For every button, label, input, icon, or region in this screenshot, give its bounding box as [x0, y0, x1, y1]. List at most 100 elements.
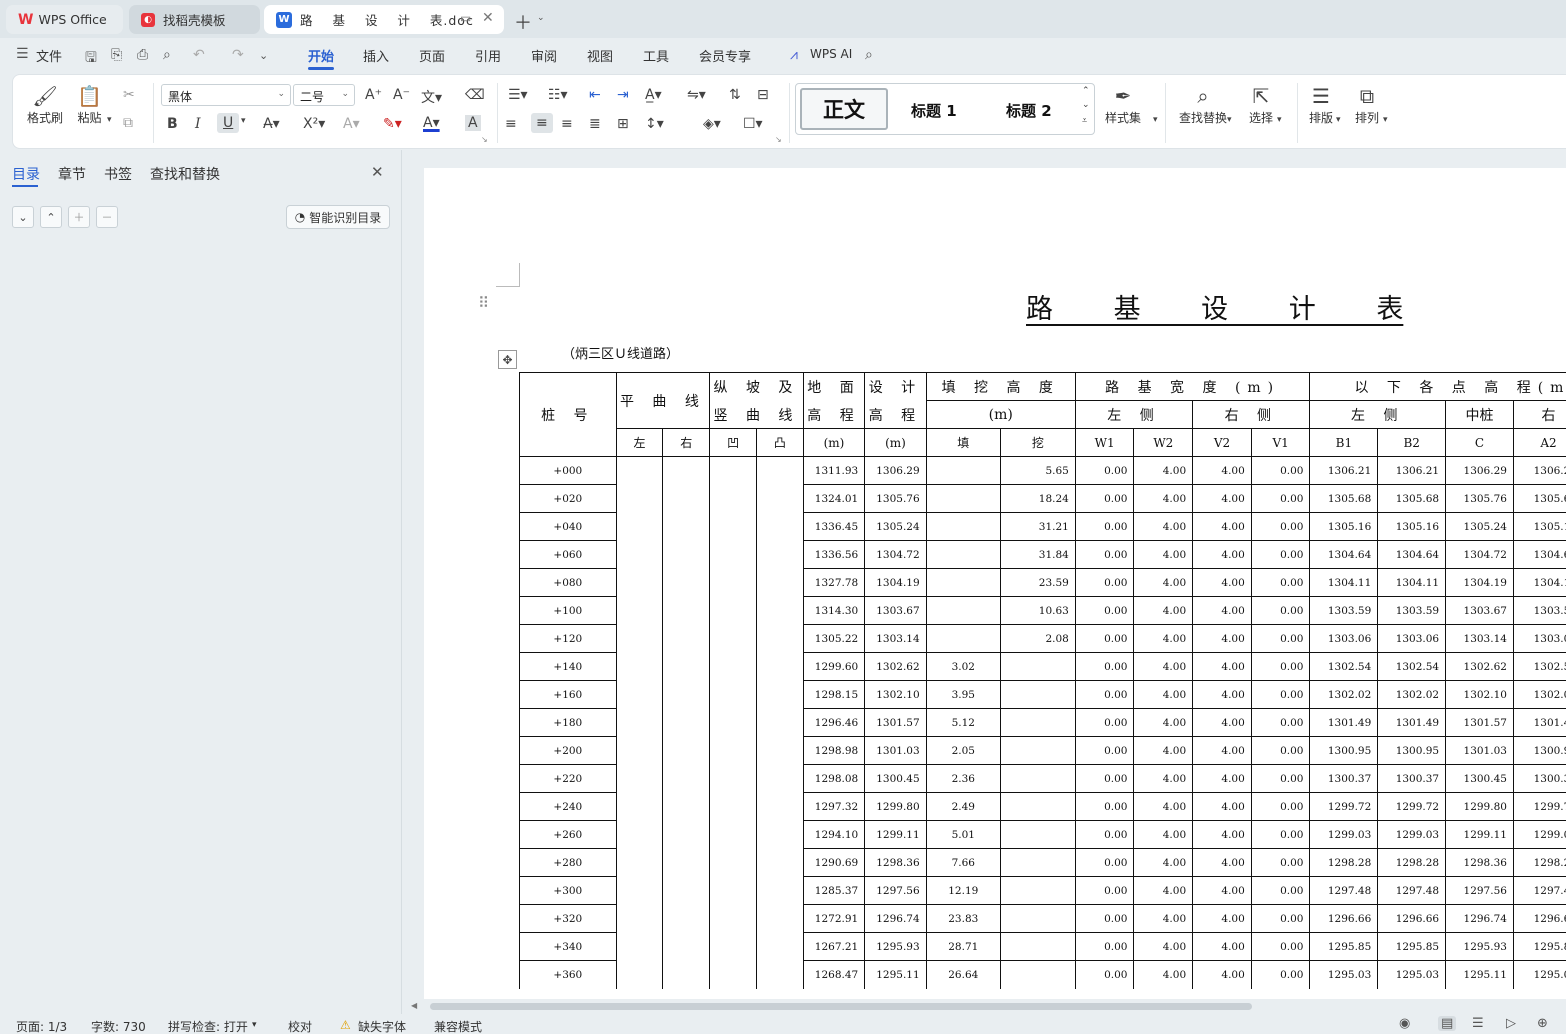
align-right-icon[interactable]: ≡ [561, 116, 573, 132]
distributed-icon[interactable]: ⊞ [617, 116, 629, 132]
menu-member[interactable]: 会员专享 [699, 46, 751, 65]
new-tab-icon[interactable]: ＋ [514, 9, 532, 35]
tab-list-dropdown-icon[interactable]: ⌄ [537, 13, 545, 23]
show-marks-icon[interactable]: ⊟ [757, 87, 769, 103]
collapse-all-button[interactable]: ⌄ [12, 206, 34, 228]
drag-handle-icon[interactable]: ⠿ [478, 294, 489, 312]
play-icon[interactable]: ▷ [1506, 1016, 1516, 1031]
increase-indent-icon[interactable]: ⇥ [617, 87, 629, 103]
save-icon[interactable]: 🖫 [85, 47, 97, 71]
tab-bookmarks[interactable]: 书签 [104, 164, 132, 184]
expand-up-button[interactable]: ⌃ [40, 206, 62, 228]
page-indicator[interactable]: 页面: 1/3 [16, 1018, 67, 1034]
layout-button[interactable]: ☰ 排版 [1309, 83, 1333, 126]
page-view-icon[interactable]: ▤ [1438, 1016, 1457, 1031]
borders-icon[interactable]: ☐▾ [743, 116, 763, 132]
style-heading2[interactable]: 标题 2 [1006, 100, 1052, 121]
print-icon[interactable]: ⎙ [137, 47, 148, 63]
menu-home[interactable]: 开始 [308, 46, 334, 65]
text-effect-icon[interactable]: A▾ [343, 116, 360, 132]
eye-protection-icon[interactable]: ◉ [1399, 1016, 1410, 1031]
arrange-dropdown-icon[interactable]: ▾ [1383, 115, 1388, 125]
copy-icon[interactable]: ⧉ [123, 115, 133, 131]
spell-dropdown-icon[interactable]: ▾ [252, 1020, 257, 1030]
font-color-icon[interactable]: A▾ [423, 115, 440, 131]
outline-view-icon[interactable]: ☰ [1472, 1016, 1484, 1031]
arrange-button[interactable]: ⧉ 排列 [1355, 83, 1379, 126]
menu-view[interactable]: 视图 [587, 46, 613, 65]
menu-wps-ai[interactable]: WPS AI [810, 47, 852, 61]
horizontal-scrollbar-thumb[interactable] [430, 1003, 1252, 1010]
undo-icon[interactable]: ↶ [193, 47, 205, 63]
select-dropdown-icon[interactable]: ▾ [1277, 115, 1282, 125]
sort-icon[interactable]: ⇅ [729, 87, 741, 103]
style-set-button[interactable]: ✒ 样式集 [1105, 83, 1141, 126]
layout-dropdown-icon[interactable]: ▾ [1336, 115, 1341, 125]
numbered-list-icon[interactable]: ☷▾ [548, 87, 568, 103]
style-more-icon[interactable]: ⩡ [1082, 116, 1087, 126]
add-heading-button[interactable]: ＋ [68, 206, 90, 228]
hamburger-menu-icon[interactable]: ☰ [16, 46, 29, 62]
decrease-indent-icon[interactable]: ⇤ [589, 87, 601, 103]
font-size-select[interactable]: 二号 ⌄ [293, 84, 355, 106]
web-view-icon[interactable]: ⊕ [1537, 1016, 1548, 1031]
menu-insert[interactable]: 插入 [363, 46, 389, 65]
spell-check[interactable]: 拼写检查: 打开 [168, 1018, 248, 1034]
clear-format-icon[interactable]: ⌫ [465, 87, 485, 103]
superscript-icon[interactable]: X²▾ [303, 116, 325, 132]
menu-tools[interactable]: 工具 [643, 46, 669, 65]
paste-button[interactable]: 📋 粘贴 [77, 83, 102, 126]
paste-dropdown-icon[interactable]: ▾ [107, 115, 112, 125]
tab-document[interactable]: W 路 基 设 计 表.doc ▭ ✕ [264, 5, 504, 34]
align-center-icon[interactable]: ≡ [531, 113, 553, 133]
window-restore-icon[interactable]: ▭ [460, 11, 471, 25]
find-dropdown-icon[interactable]: ▾ [1227, 115, 1232, 125]
strikethrough-icon[interactable]: A̶▾ [263, 116, 280, 132]
menu-references[interactable]: 引用 [475, 46, 501, 65]
search-icon[interactable]: ⌕ [865, 47, 873, 63]
highlight-icon[interactable]: ✎▾ [383, 116, 402, 132]
bold-icon[interactable]: B [167, 116, 178, 132]
export-icon[interactable]: ⎘ [111, 47, 122, 63]
document-page[interactable]: ⠿ 路 基 设 计 表 （炳三区Ｕ线道路） ✥ 桩 号 平 曲 线 纵 坡 及竖… [424, 168, 1566, 1000]
phonetic-guide-icon[interactable]: 文▾ [421, 87, 442, 107]
print-preview-icon[interactable]: ⌕ [163, 47, 171, 63]
tab-chapters[interactable]: 章节 [58, 164, 86, 184]
style-heading1[interactable]: 标题 1 [911, 100, 957, 121]
font-dialog-launcher-icon[interactable]: ↘ [481, 135, 488, 144]
word-count[interactable]: 字数: 730 [91, 1018, 146, 1034]
style-normal[interactable]: 正文 [800, 88, 888, 130]
justify-icon[interactable]: ≣ [589, 116, 601, 132]
missing-font[interactable]: 缺失字体 [358, 1018, 406, 1034]
redo-icon[interactable]: ↷ [232, 47, 244, 63]
menu-page[interactable]: 页面 [419, 46, 445, 65]
chinese-layout-icon[interactable]: ⇋▾ [687, 87, 706, 103]
close-pane-icon[interactable]: ✕ [371, 163, 384, 181]
underline-dropdown-icon[interactable]: ▾ [241, 116, 246, 126]
tab-template[interactable]: ◐ 找稻壳模板 [129, 5, 260, 34]
paragraph-dialog-launcher-icon[interactable]: ↘ [775, 135, 782, 144]
smart-toc-button[interactable]: ◔ 智能识别目录 [286, 205, 390, 229]
grow-font-icon[interactable]: A⁺ [365, 87, 382, 103]
char-shading-icon[interactable]: A [465, 115, 481, 131]
select-button[interactable]: ⇱ 选择 [1249, 83, 1273, 126]
tab-toc[interactable]: 目录 [12, 164, 40, 184]
tab-wps-office[interactable]: W WPS Office [6, 5, 123, 34]
font-name-select[interactable]: 黑体 ⌄ [161, 84, 291, 106]
menu-review[interactable]: 审阅 [531, 46, 557, 65]
format-painter-button[interactable]: 🖌 格式刷 [27, 83, 63, 126]
close-tab-icon[interactable]: ✕ [482, 10, 494, 26]
text-direction-icon[interactable]: A̲▾ [645, 87, 662, 103]
table-move-handle-icon[interactable]: ✥ [498, 350, 517, 369]
style-scroll-up-icon[interactable]: ⌃ [1082, 86, 1090, 96]
underline-icon[interactable]: U [217, 113, 240, 133]
italic-icon[interactable]: I [195, 116, 201, 132]
bullet-list-icon[interactable]: ☰▾ [508, 87, 528, 103]
find-replace-button[interactable]: ⌕ 查找替换 [1179, 83, 1227, 126]
align-left-icon[interactable]: ≡ [505, 116, 517, 132]
style-set-dropdown-icon[interactable]: ▾ [1153, 115, 1158, 125]
proofread[interactable]: 校对 [288, 1018, 312, 1034]
cut-icon[interactable]: ✂ [123, 87, 135, 103]
tab-find-replace[interactable]: 查找和替换 [150, 164, 220, 184]
remove-heading-button[interactable]: － [96, 206, 118, 228]
